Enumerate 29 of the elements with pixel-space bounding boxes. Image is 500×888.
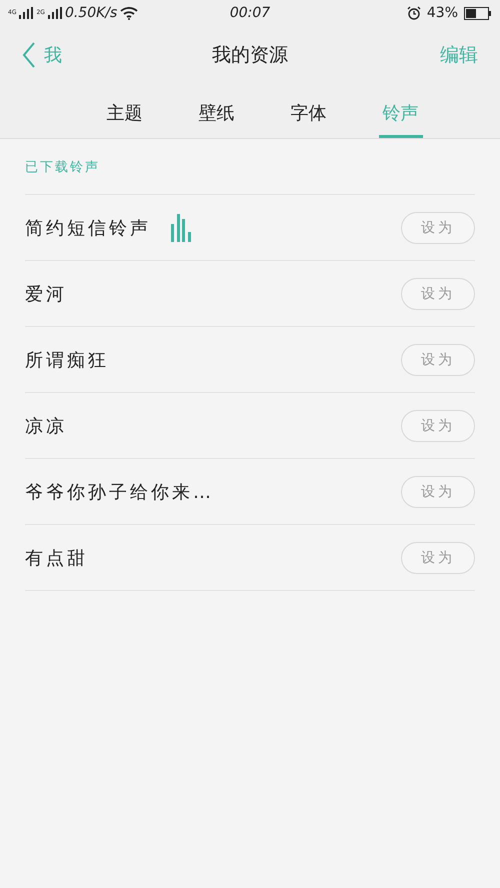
wifi-icon [120,6,138,20]
edit-button[interactable]: 编辑 [288,42,478,68]
ringtone-name: 爱河 [25,282,67,306]
clock-time: 00:07 [230,5,270,21]
network-speed: 0.50K/s [64,5,118,21]
category-tab[interactable]: 铃声 [378,84,422,138]
signal-icon [48,7,62,19]
ringtone-name: 简约短信铃声 [25,216,151,240]
battery-icon [464,6,492,20]
set-as-button[interactable]: 设为 [401,410,475,442]
battery-percent: 43% [426,5,458,21]
ringtone-name: 爷爷你孙子给你来… [25,480,214,504]
category-tab[interactable]: 主题 [102,84,146,138]
set-as-button[interactable]: 设为 [401,278,475,310]
alarm-icon [406,6,421,20]
set-as-button[interactable]: 设为 [401,212,475,244]
ringtone-name: 所谓痴狂 [25,348,109,372]
signal-icon [19,7,34,19]
category-tab[interactable]: 字体 [286,84,330,138]
category-tab[interactable]: 壁纸 [194,84,238,138]
ringtone-name: 有点甜 [25,546,88,570]
back-chevron-icon [22,42,36,68]
ringtone-name: 凉凉 [25,414,67,438]
set-as-button[interactable]: 设为 [401,344,475,376]
section-heading: 已下载铃声 [25,158,100,176]
set-as-button[interactable]: 设为 [401,476,475,508]
set-as-button[interactable]: 设为 [401,542,475,574]
page-title: 我的资源 [212,43,288,68]
back-button[interactable]: 我 [22,42,212,68]
